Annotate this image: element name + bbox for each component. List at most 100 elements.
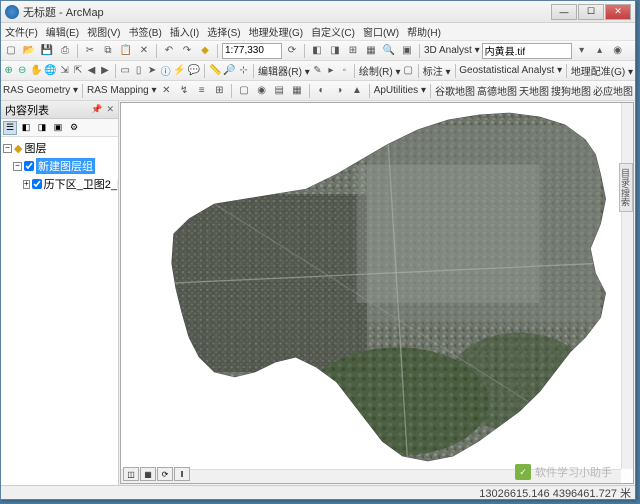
edit-b-icon[interactable]: ◦ xyxy=(339,63,350,79)
edit-tool-icon[interactable]: ✎ xyxy=(312,63,323,79)
tool-f-icon[interactable]: ◉ xyxy=(610,43,626,59)
map-view[interactable]: ◫ ▦ ⟳ ‖ 目录/搜索 xyxy=(120,102,634,484)
zoom-in-icon[interactable]: ⊕ xyxy=(3,63,14,79)
delete-icon[interactable]: ✕ xyxy=(136,43,152,59)
menu-geoprocessing[interactable]: 地理处理(G) xyxy=(249,24,303,39)
t3c-icon[interactable]: ▤ xyxy=(271,83,287,99)
cut-icon[interactable]: ✂ xyxy=(82,43,98,59)
t3g-icon[interactable]: ▲ xyxy=(349,83,365,99)
expand-icon[interactable]: + xyxy=(23,180,30,189)
ras-b-icon[interactable]: ↯ xyxy=(176,83,192,99)
new-icon[interactable]: ▢ xyxy=(3,43,19,59)
label-label[interactable]: 标注 ▾ xyxy=(423,63,451,78)
maximize-button[interactable]: ☐ xyxy=(578,4,604,20)
pan-icon[interactable]: ✋ xyxy=(30,63,42,79)
html-popup-icon[interactable]: 💬 xyxy=(188,63,200,79)
tree-layer-1[interactable]: − 新建图层组 xyxy=(3,157,116,175)
editor-label[interactable]: 编辑器(R) ▾ xyxy=(258,63,310,78)
scale-combo[interactable]: 1:77,330 xyxy=(222,43,282,59)
layer-1-checkbox[interactable] xyxy=(24,161,34,171)
menu-view[interactable]: 视图(V) xyxy=(87,24,120,39)
list-by-drawing-icon[interactable]: ☰ xyxy=(3,121,17,135)
goto-xy-icon[interactable]: ⊹ xyxy=(238,63,249,79)
menu-file[interactable]: 文件(F) xyxy=(5,24,38,39)
t3e-icon[interactable]: ◐ xyxy=(314,83,330,99)
clear-select-icon[interactable]: ▯ xyxy=(133,63,144,79)
toc-close-icon[interactable]: ✕ xyxy=(106,104,114,115)
ras-geom-label[interactable]: RAS Geometry ▾ xyxy=(3,85,78,96)
menu-help[interactable]: 帮助(H) xyxy=(407,24,441,39)
redo-icon[interactable]: ↷ xyxy=(179,43,195,59)
edit-a-icon[interactable]: ▸ xyxy=(325,63,336,79)
georef-label[interactable]: 地理配准(G) ▾ xyxy=(571,63,633,78)
list-by-selection-icon[interactable]: ▣ xyxy=(51,121,65,135)
data-view-button[interactable]: ◫ xyxy=(123,467,139,481)
refresh-icon[interactable]: ⟳ xyxy=(284,43,300,59)
tool-c-icon[interactable]: ⊞ xyxy=(345,43,361,59)
tree-root[interactable]: − ◆ 图层 xyxy=(3,139,116,157)
tool-d-icon[interactable]: ▾ xyxy=(574,43,590,59)
print-icon[interactable]: ⎙ xyxy=(57,43,73,59)
find-icon[interactable]: 🔎 xyxy=(223,63,235,79)
map-vscroll[interactable] xyxy=(621,103,633,469)
t3b-icon[interactable]: ◉ xyxy=(254,83,270,99)
tool-a-icon[interactable]: ◧ xyxy=(309,43,325,59)
copy-icon[interactable]: ⧉ xyxy=(100,43,116,59)
ras-c-icon[interactable]: ≡ xyxy=(194,83,210,99)
aputil-label[interactable]: ApUtilities ▾ xyxy=(374,85,426,96)
rect-icon[interactable]: ▢ xyxy=(403,63,414,79)
menu-window[interactable]: 窗口(W) xyxy=(363,24,399,39)
list-by-visibility-icon[interactable]: ◨ xyxy=(35,121,49,135)
list-by-source-icon[interactable]: ◧ xyxy=(19,121,33,135)
paste-icon[interactable]: 📋 xyxy=(118,43,134,59)
close-button[interactable]: ✕ xyxy=(605,4,631,20)
minimize-button[interactable]: — xyxy=(551,4,577,20)
full-extent-icon[interactable]: 🌐 xyxy=(44,63,56,79)
3d-analyst-label[interactable]: 3D Analyst ▾ xyxy=(424,45,480,56)
pin-icon[interactable]: 📌 xyxy=(91,104,102,115)
options-icon[interactable]: ⚙ xyxy=(67,121,81,135)
python-icon[interactable]: ▣ xyxy=(399,43,415,59)
menu-edit[interactable]: 编辑(E) xyxy=(46,24,79,39)
ras-map-label[interactable]: RAS Mapping ▾ xyxy=(87,85,157,96)
undo-icon[interactable]: ↶ xyxy=(161,43,177,59)
fixed-zoom-out-icon[interactable]: ⇱ xyxy=(72,63,83,79)
next-extent-icon[interactable]: ▶ xyxy=(99,63,110,79)
hyperlink-icon[interactable]: ⚡ xyxy=(173,63,185,79)
t3d-icon[interactable]: ▦ xyxy=(289,83,305,99)
gaode-label[interactable]: 高德地图 xyxy=(477,83,517,98)
menu-customize[interactable]: 自定义(C) xyxy=(311,24,355,39)
t3a-icon[interactable]: ▢ xyxy=(236,83,252,99)
ras-a-icon[interactable]: ✕ xyxy=(159,83,175,99)
identify-icon[interactable]: ⓘ xyxy=(160,63,171,79)
menu-bookmarks[interactable]: 书签(B) xyxy=(128,24,161,39)
add-data-icon[interactable]: ◆ xyxy=(197,43,213,59)
catalog-tab[interactable]: 目录/搜索 xyxy=(619,163,633,212)
measure-icon[interactable]: 📏 xyxy=(209,63,221,79)
t3f-icon[interactable]: ◑ xyxy=(331,83,347,99)
layer-2-checkbox[interactable] xyxy=(32,179,42,189)
tool-b-icon[interactable]: ◨ xyxy=(327,43,343,59)
sougou-label[interactable]: 搜狗地图 xyxy=(551,83,591,98)
pointer-icon[interactable]: ➤ xyxy=(146,63,157,79)
draw-label[interactable]: 绘制(R) ▾ xyxy=(359,63,401,78)
catalog-icon[interactable]: ▦ xyxy=(363,43,379,59)
layer-combo[interactable]: 内黄县.tif xyxy=(482,43,572,59)
zoom-out-icon[interactable]: ⊖ xyxy=(16,63,27,79)
fixed-zoom-in-icon[interactable]: ⇲ xyxy=(59,63,70,79)
open-icon[interactable]: 📂 xyxy=(21,43,37,59)
bing-label[interactable]: 必应地图 xyxy=(593,83,633,98)
collapse-icon[interactable]: − xyxy=(13,162,22,171)
google-label[interactable]: 谷歌地图 xyxy=(435,83,475,98)
tianditu-label[interactable]: 天地图 xyxy=(519,83,549,98)
prev-extent-icon[interactable]: ◀ xyxy=(86,63,97,79)
save-icon[interactable]: 💾 xyxy=(39,43,55,59)
collapse-icon[interactable]: − xyxy=(3,144,12,153)
tool-e-icon[interactable]: ▴ xyxy=(592,43,608,59)
tree-layer-2[interactable]: + 历下区_卫图2_Level_16.tif xyxy=(3,175,116,193)
layout-view-button[interactable]: ▦ xyxy=(140,467,156,481)
pause-draw-button[interactable]: ‖ xyxy=(174,467,190,481)
refresh-view-button[interactable]: ⟳ xyxy=(157,467,173,481)
search-icon[interactable]: 🔍 xyxy=(381,43,397,59)
menu-insert[interactable]: 插入(I) xyxy=(170,24,199,39)
